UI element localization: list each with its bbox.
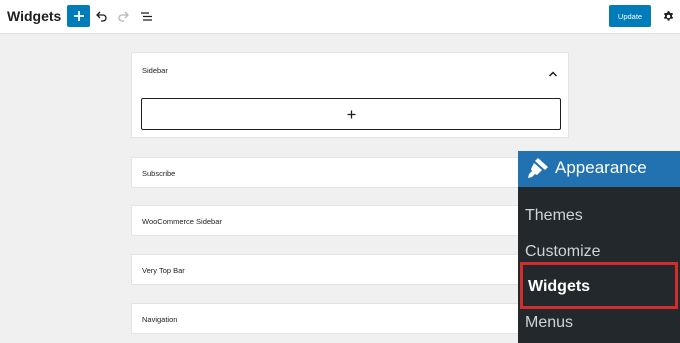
widget-area-very-top-bar[interactable]: Very Top Bar bbox=[131, 254, 569, 285]
widget-area-title: Sidebar bbox=[142, 66, 168, 75]
menu-item-widgets[interactable]: Widgets bbox=[528, 278, 590, 296]
menu-item-customize[interactable]: Customize bbox=[525, 243, 601, 261]
menu-heading-label: Appearance bbox=[555, 158, 647, 177]
undo-icon bbox=[96, 11, 107, 22]
undo-button[interactable] bbox=[93, 6, 109, 26]
block-appender-button[interactable] bbox=[141, 98, 561, 130]
widget-area-woocommerce-sidebar[interactable]: WooCommerce Sidebar bbox=[131, 205, 569, 236]
widget-area-title: WooCommerce Sidebar bbox=[142, 217, 222, 226]
widget-area-navigation[interactable]: Navigation bbox=[131, 303, 569, 334]
chevron-up-icon bbox=[548, 71, 558, 77]
redo-button[interactable] bbox=[116, 6, 132, 26]
page-title: Widgets bbox=[7, 8, 62, 24]
list-view-button[interactable] bbox=[138, 6, 154, 26]
menu-item-menus[interactable]: Menus bbox=[525, 314, 573, 332]
widget-area-title: Subscribe bbox=[142, 169, 176, 178]
plus-icon bbox=[347, 110, 355, 118]
highlight-box: Widgets bbox=[520, 262, 678, 309]
list-view-icon bbox=[140, 11, 152, 21]
settings-button[interactable] bbox=[659, 7, 677, 25]
widget-area-title: Very Top Bar bbox=[142, 266, 185, 275]
appearance-submenu: Appearance Themes Customize Widgets Menu… bbox=[518, 151, 680, 343]
menu-item-themes[interactable]: Themes bbox=[525, 207, 583, 225]
widget-area-sidebar: Sidebar bbox=[131, 52, 569, 138]
menu-heading-appearance[interactable]: Appearance bbox=[518, 151, 680, 187]
widget-area-title: Navigation bbox=[142, 315, 178, 324]
widget-area-subscribe[interactable]: Subscribe bbox=[131, 157, 569, 188]
collapse-toggle[interactable] bbox=[548, 65, 558, 77]
redo-icon bbox=[118, 11, 129, 22]
editor-header: Widgets Update bbox=[0, 0, 680, 34]
gear-icon bbox=[663, 10, 673, 21]
add-block-button[interactable] bbox=[67, 5, 90, 27]
paintbrush-icon bbox=[528, 158, 548, 178]
plus-icon bbox=[73, 11, 84, 21]
update-button[interactable]: Update bbox=[609, 5, 651, 27]
